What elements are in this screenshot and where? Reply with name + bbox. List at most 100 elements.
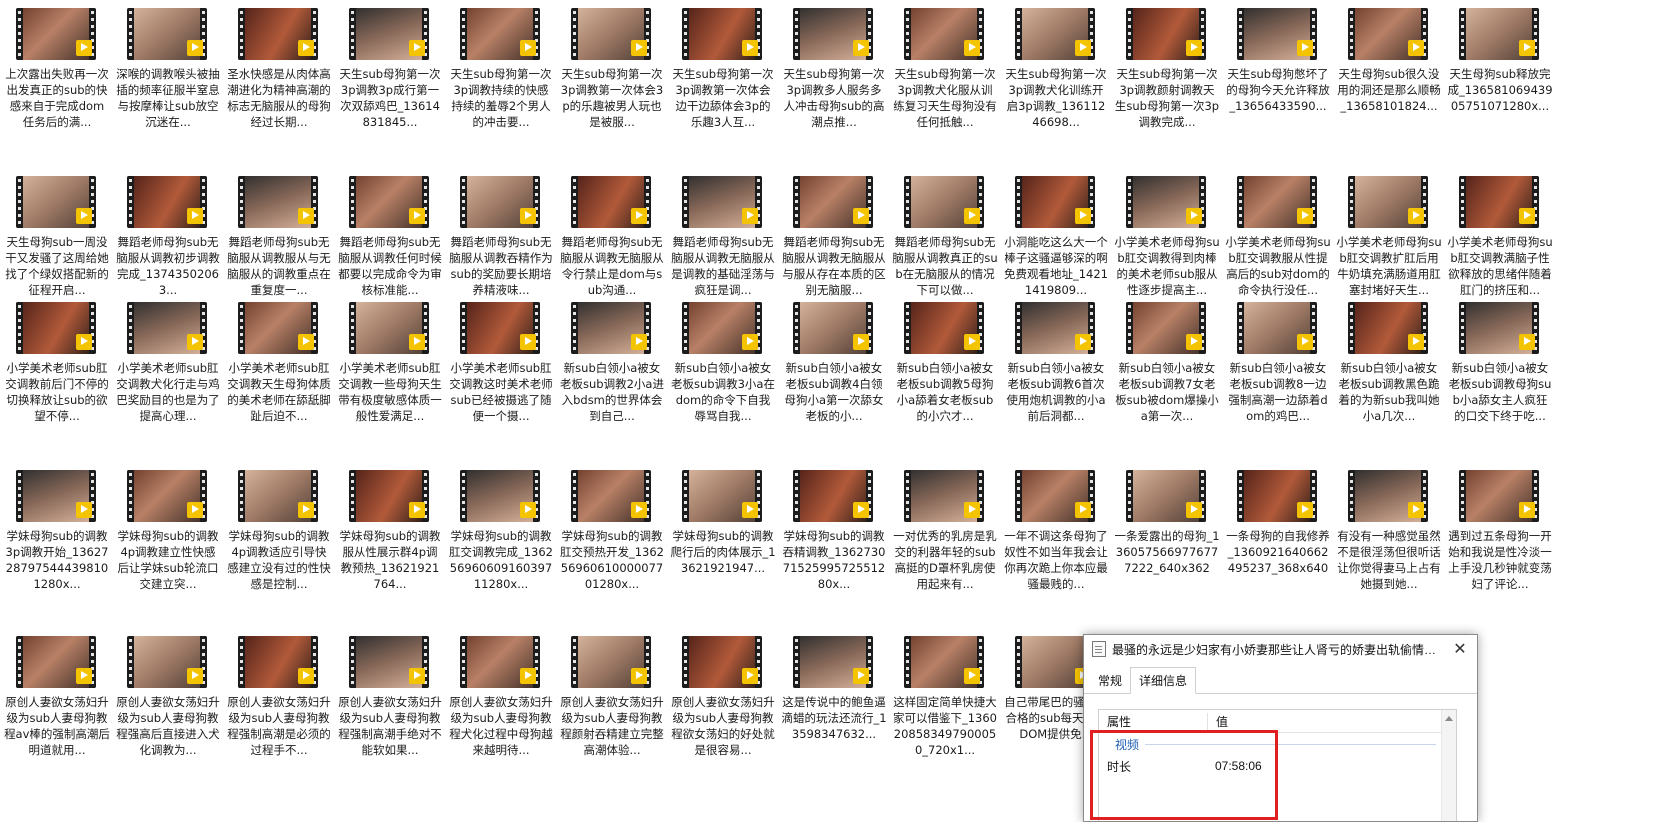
video-thumbnail[interactable]: [16, 176, 96, 228]
video-thumbnail[interactable]: [238, 8, 318, 60]
video-thumbnail[interactable]: [460, 470, 540, 522]
video-file-item[interactable]: 新sub白领小a被女老板sub调教黑色跪着的为新sub我叫她小a几次...: [1336, 298, 1442, 458]
video-thumbnail[interactable]: [349, 636, 429, 688]
video-file-item[interactable]: 新sub白领小a被女老板sub调教3小a在dom的命令下自我辱骂自我...: [670, 298, 776, 458]
video-file-item[interactable]: 原创人妻欲女荡妇升级为sub人妻母狗教程强高后直接进入犬化调教为...: [115, 632, 221, 792]
video-thumbnail[interactable]: [682, 636, 762, 688]
video-thumbnail[interactable]: [1348, 470, 1428, 522]
video-thumbnail[interactable]: [571, 176, 651, 228]
video-thumbnail[interactable]: [1237, 302, 1317, 354]
video-thumbnail[interactable]: [682, 470, 762, 522]
video-file-item[interactable]: 天生sub母狗第一次3p调教犬化训练开启3p调教_13611246698...: [1003, 4, 1109, 164]
video-thumbnail[interactable]: [460, 8, 540, 60]
video-file-item[interactable]: 深喉的调教喉头被抽插的频率征服半窒息与按摩棒让sub放空沉迷在...: [115, 4, 221, 164]
video-thumbnail[interactable]: [1459, 302, 1539, 354]
column-property[interactable]: 属性: [1099, 712, 1208, 730]
video-thumbnail[interactable]: [460, 636, 540, 688]
video-thumbnail[interactable]: [793, 176, 873, 228]
video-thumbnail[interactable]: [904, 302, 984, 354]
video-file-item[interactable]: 原创人妻欲女荡妇升级为sub人妻母狗教程颜射吞精建立完整高潮体验...: [559, 632, 665, 792]
video-file-item[interactable]: 这是传说中的鲍鱼逼滴蜡的玩法还流行_13598347632...: [781, 632, 887, 792]
video-thumbnail[interactable]: [682, 176, 762, 228]
video-thumbnail[interactable]: [349, 470, 429, 522]
video-thumbnail[interactable]: [1015, 470, 1095, 522]
video-file-item[interactable]: 学妹母狗sub的调教吞精调教_13627307152599572551280x.…: [781, 466, 887, 626]
video-file-item[interactable]: 天生sub母狗第一次3p调教3p成行第一次双舔鸡巴_13614831845...: [337, 4, 443, 164]
video-file-item[interactable]: 这样固定简单快捷大家可以借鉴下_1360208583497900050_720x…: [892, 632, 998, 792]
video-thumbnail[interactable]: [793, 302, 873, 354]
video-thumbnail[interactable]: [349, 302, 429, 354]
video-thumbnail[interactable]: [571, 302, 651, 354]
video-file-item[interactable]: 学妹母狗sub的调教服从性展示群4p调教预热_13621921764...: [337, 466, 443, 626]
video-thumbnail[interactable]: [571, 8, 651, 60]
video-file-item[interactable]: 一年不调这条母狗了奴性不如当年我会让你再次跪上你本应最骚最贱的...: [1003, 466, 1109, 626]
video-thumbnail[interactable]: [349, 176, 429, 228]
video-file-item[interactable]: 原创人妻欲女荡妇升级为sub人妻母狗教程强制高潮手绝对不能软如果...: [337, 632, 443, 792]
video-file-item[interactable]: 新sub白领小a被女老板sub调教5母狗小a舔着女老板sub的小穴才...: [892, 298, 998, 458]
video-file-item[interactable]: 小学美术老师sub肛交调教犬化行走与鸡巴奖励目的也是为了提高心理...: [115, 298, 221, 458]
tab-general[interactable]: 常规: [1090, 668, 1130, 693]
video-thumbnail[interactable]: [1237, 470, 1317, 522]
video-file-item[interactable]: 新sub白领小a被女老板sub调教7女老板sub被dom爆操小a第一次...: [1114, 298, 1220, 458]
video-thumbnail[interactable]: [16, 636, 96, 688]
video-thumbnail[interactable]: [1459, 176, 1539, 228]
video-thumbnail[interactable]: [1015, 176, 1095, 228]
video-thumbnail[interactable]: [682, 8, 762, 60]
video-file-item[interactable]: 天生sub母狗第一次3p调教持续的快感持续的羞辱2个男人的冲击要...: [448, 4, 554, 164]
video-thumbnail[interactable]: [1237, 8, 1317, 60]
video-thumbnail[interactable]: [460, 176, 540, 228]
video-thumbnail[interactable]: [1348, 302, 1428, 354]
video-thumbnail[interactable]: [127, 302, 207, 354]
video-file-item[interactable]: 圣水快感是从肉体高潮进化为精神高潮的标志无脑服从的母狗经过长期...: [226, 4, 332, 164]
video-file-item[interactable]: 新sub白领小a被女老板sub调教2小a进入bdsm的世界体会到自己...: [559, 298, 665, 458]
scrollbar[interactable]: [1441, 710, 1456, 821]
video-thumbnail[interactable]: [1348, 8, 1428, 60]
video-file-item[interactable]: 天生母狗sub很久没用的洞还是那么顺畅_13658101824...: [1336, 4, 1442, 164]
video-thumbnail[interactable]: [793, 8, 873, 60]
video-file-item[interactable]: 小学美术老师sub肛交调教前后门不停的切换释放让sub的欲望不停...: [4, 298, 110, 458]
video-thumbnail[interactable]: [682, 302, 762, 354]
video-file-item[interactable]: 学妹母狗sub的调教肛交预热开发_13625696061000007701280…: [559, 466, 665, 626]
video-file-item[interactable]: 小学美术老师sub肛交调教天生母狗体质的美术老师在舔舐脚趾后迫不...: [226, 298, 332, 458]
video-file-item[interactable]: 天生sub母狗第一次3p调教第一次体会边干边舔体会3p的乐趣3人互...: [670, 4, 776, 164]
video-thumbnail[interactable]: [793, 470, 873, 522]
video-file-item[interactable]: 天生sub母狗第一次3p调教犬化服从训练复习天生母狗没有任何抵触...: [892, 4, 998, 164]
video-file-item[interactable]: 一条爱露出的母狗_1360575669776777222_640x362: [1114, 466, 1220, 626]
video-thumbnail[interactable]: [1459, 8, 1539, 60]
video-file-item[interactable]: 上次露出失败再一次出发真正的sub的快感来自于完成dom任务后的满...: [4, 4, 110, 164]
video-thumbnail[interactable]: [238, 176, 318, 228]
video-file-item[interactable]: 新sub白领小a被女老板sub调教8一边强制高潮一边舔着dom的鸡巴...: [1225, 298, 1331, 458]
video-thumbnail[interactable]: [1237, 176, 1317, 228]
video-file-item[interactable]: 新sub白领小a被女老板sub调教4白领母狗小a第一次舔女老板的小...: [781, 298, 887, 458]
video-thumbnail[interactable]: [1348, 176, 1428, 228]
video-thumbnail[interactable]: [127, 176, 207, 228]
video-file-item[interactable]: 天生sub母狗憋坏了的母狗今天允许释放_13656433590...: [1225, 4, 1331, 164]
video-file-item[interactable]: 学妹母狗sub的调教肛交调教完成_13625696060916039711280…: [448, 466, 554, 626]
video-thumbnail[interactable]: [238, 636, 318, 688]
video-thumbnail[interactable]: [571, 470, 651, 522]
video-thumbnail[interactable]: [1126, 302, 1206, 354]
video-thumbnail[interactable]: [1126, 470, 1206, 522]
video-thumbnail[interactable]: [16, 470, 96, 522]
video-thumbnail[interactable]: [127, 636, 207, 688]
video-thumbnail[interactable]: [127, 470, 207, 522]
video-thumbnail[interactable]: [571, 636, 651, 688]
video-file-item[interactable]: 原创人妻欲女荡妇升级为sub人妻母狗教程欲女荡妇的好处就是很容易...: [670, 632, 776, 792]
video-thumbnail[interactable]: [904, 176, 984, 228]
video-file-item[interactable]: 小学美术老师sub肛交调教一些母狗天生带有极度敏感体质一般性爱满足...: [337, 298, 443, 458]
video-file-item[interactable]: 学妹母狗sub的调教爬行后的肉体展示_13621921947...: [670, 466, 776, 626]
video-file-item[interactable]: 学妹母狗sub的调教4p调教适应引导快感建立没有过的性快感是控制...: [226, 466, 332, 626]
video-file-item[interactable]: 学妹母狗sub的调教4p调教建立性快感后让学妹sub轮流口交建立突...: [115, 466, 221, 626]
video-file-item[interactable]: 遇到过五条母狗一开始和我说是性冷淡一上手没几秒钟就变荡妇了评论...: [1447, 466, 1553, 626]
video-file-item[interactable]: 新sub白领小a被女老板sub调教6首次使用炮机调教的小a前后洞都...: [1003, 298, 1109, 458]
video-thumbnail[interactable]: [904, 470, 984, 522]
video-file-item[interactable]: 天生sub母狗第一次3p调教颜射调教天生sub母狗第一次3p调教完成...: [1114, 4, 1220, 164]
column-value[interactable]: 值: [1208, 713, 1228, 730]
video-thumbnail[interactable]: [1459, 470, 1539, 522]
video-file-item[interactable]: 学妹母狗sub的调教3p调教开始_13627287975444398101280…: [4, 466, 110, 626]
video-file-item[interactable]: 新sub白领小a被女老板sub调教母狗sub小a舔女主人疯狂的口交下终于吃...: [1447, 298, 1553, 458]
video-thumbnail[interactable]: [904, 8, 984, 60]
video-file-item[interactable]: 一对优秀的乳房是乳交的利器年轻的sub高挺的D罩杯乳房使用起来有...: [892, 466, 998, 626]
video-file-item[interactable]: 原创人妻欲女荡妇升级为sub人妻母狗教程犬化过程中母狗越来越明待...: [448, 632, 554, 792]
tab-details[interactable]: 详细信息: [1130, 667, 1197, 694]
